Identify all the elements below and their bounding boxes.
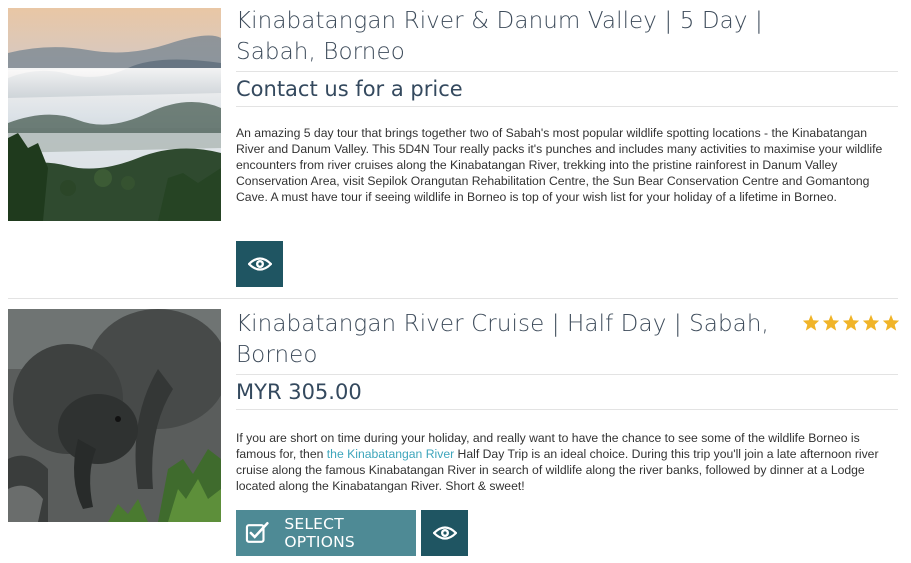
star-icon: [882, 314, 900, 331]
misty-rainforest-image: [8, 8, 221, 221]
tour-image[interactable]: [8, 309, 221, 522]
price-divider: [236, 106, 898, 107]
tour-price: Contact us for a price: [236, 77, 463, 101]
tour-image[interactable]: [8, 8, 221, 221]
eye-icon: [247, 257, 272, 271]
tour-description: An amazing 5 day tour that brings togeth…: [236, 126, 883, 204]
view-button[interactable]: [421, 510, 468, 556]
tour-price: MYR 305.00: [236, 380, 362, 404]
eye-icon: [432, 526, 457, 540]
tour-card: Kinabatangan River Cruise | Half Day | S…: [0, 299, 911, 563]
star-icon: [822, 314, 840, 331]
select-options-button[interactable]: SELECT OPTIONS: [236, 510, 416, 556]
tour-title[interactable]: Kinabatangan River & Danum Valley | 5 Da…: [236, 6, 776, 68]
tour-card: Kinabatangan River & Danum Valley | 5 Da…: [0, 0, 911, 298]
price-divider: [236, 409, 898, 410]
checkbox-edit-icon: [245, 521, 269, 543]
select-options-label: SELECT OPTIONS: [284, 515, 355, 551]
view-button[interactable]: [236, 241, 283, 287]
star-icon: [842, 314, 860, 331]
tour-description: If you are short on time during your hol…: [236, 430, 898, 494]
star-icon: [802, 314, 820, 331]
kinabatangan-river-link[interactable]: the Kinabatangan River: [327, 447, 454, 461]
elephants-image: [8, 309, 221, 522]
tour-title[interactable]: Kinabatangan River Cruise | Half Day | S…: [236, 309, 776, 371]
star-icon: [862, 314, 880, 331]
star-rating: [802, 314, 900, 331]
